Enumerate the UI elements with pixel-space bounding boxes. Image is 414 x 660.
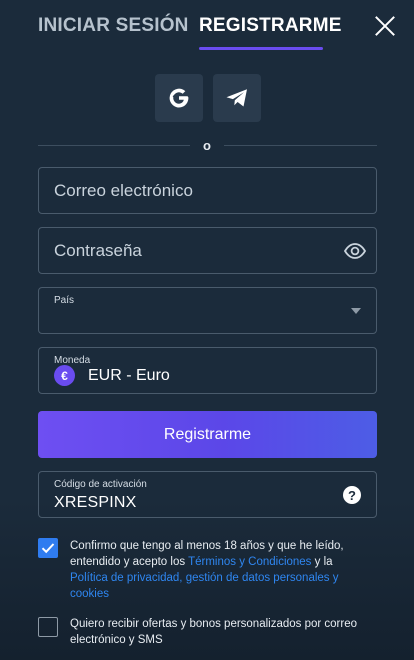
country-select[interactable]: País	[38, 287, 377, 334]
activation-code-value: XRESPINX	[54, 494, 137, 511]
checkmark-icon	[41, 543, 55, 554]
chevron-down-icon	[351, 308, 361, 314]
telegram-login-button[interactable]	[213, 74, 261, 122]
terms-text: Confirmo que tengo al menos 18 años y qu…	[70, 538, 370, 602]
euro-icon: €	[54, 365, 75, 386]
close-icon[interactable]	[372, 13, 398, 39]
auth-tabs: INICIAR SESIÓN REGISTRARME	[0, 0, 414, 52]
terms-middle: y la	[311, 556, 333, 568]
currency-value: EUR - Euro	[88, 367, 170, 384]
activation-code-field[interactable]: Código de activación XRESPINX ?	[38, 471, 377, 518]
email-field[interactable]: Correo electrónico	[38, 167, 377, 214]
google-login-button[interactable]	[155, 74, 203, 122]
active-tab-indicator	[199, 47, 323, 50]
tab-login[interactable]: INICIAR SESIÓN	[38, 15, 189, 37]
terms-link[interactable]: Términos y Condiciones	[188, 556, 311, 568]
telegram-icon	[226, 89, 247, 107]
help-icon[interactable]: ?	[343, 486, 361, 504]
divider-left	[38, 145, 190, 146]
password-placeholder: Contraseña	[54, 241, 142, 260]
privacy-link[interactable]: Política de privacidad, gestión de datos…	[70, 572, 339, 600]
activation-code-label: Código de activación	[54, 479, 147, 490]
terms-checkbox[interactable]	[38, 538, 58, 558]
divider-right	[224, 145, 377, 146]
offers-text: Quiero recibir ofertas y bonos personali…	[70, 618, 358, 646]
divider-text: o	[203, 138, 211, 153]
tab-register[interactable]: REGISTRARME	[199, 15, 342, 37]
currency-label: Moneda	[54, 355, 91, 366]
currency-select[interactable]: Moneda € EUR - Euro	[38, 347, 377, 394]
offers-checkbox[interactable]	[38, 617, 58, 637]
password-field[interactable]: Contraseña	[38, 227, 377, 274]
country-label: País	[54, 295, 75, 306]
google-icon	[169, 88, 189, 108]
register-button[interactable]: Registrarme	[38, 411, 377, 458]
show-password-icon[interactable]	[344, 242, 366, 260]
email-placeholder: Correo electrónico	[54, 181, 193, 200]
